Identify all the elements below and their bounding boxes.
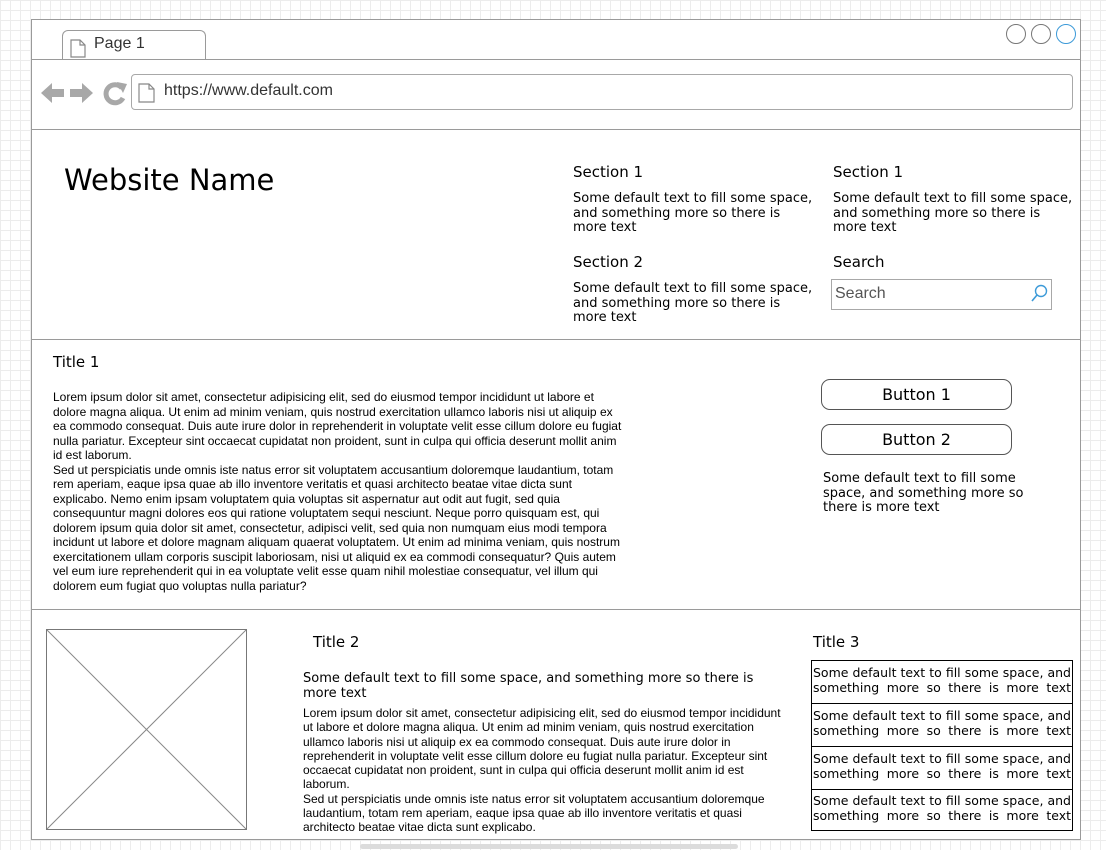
image-placeholder-icon [46, 629, 247, 830]
reload-icon[interactable] [103, 82, 127, 106]
paragraph: Lorem ipsum dolor sit amet, consectetur … [53, 390, 622, 462]
window-control-maximize[interactable] [1031, 24, 1051, 44]
paragraph: Sed ut perspiciatis unde omnis iste natu… [53, 462, 620, 593]
divider [812, 703, 1072, 704]
search-title: Search [833, 253, 885, 271]
side-text: Some default text to fill some space, an… [823, 471, 1024, 515]
image-placeholder [46, 629, 247, 830]
search-input[interactable] [835, 283, 1020, 305]
page-icon [138, 83, 155, 103]
url-text: https://www.default.com [164, 82, 333, 99]
list-item: Some default text to fill some space, an… [813, 708, 1071, 738]
search-icon[interactable] [1030, 284, 1048, 304]
back-arrow-icon[interactable] [41, 83, 64, 103]
button-2[interactable]: Button 2 [821, 424, 1012, 455]
title-2-body: Lorem ipsum dolor sit amet, consectetur … [303, 706, 783, 835]
window-control-close[interactable] [1056, 24, 1076, 44]
list-item: Some default text to fill some space, an… [813, 793, 1071, 823]
section-title: Section 2 [573, 253, 644, 271]
main-body: Lorem ipsum dolor sit amet, consectetur … [53, 390, 626, 593]
title-2-intro: Some default text to fill some space, an… [303, 671, 754, 701]
divider [32, 339, 1080, 340]
divider [32, 129, 1080, 130]
site-name: Website Name [64, 163, 275, 197]
nav-controls [40, 80, 130, 110]
browser-window: Page 1 https://www.default.com Website N… [31, 19, 1081, 840]
forward-arrow-icon[interactable] [70, 83, 93, 103]
section-title: Section 1 [833, 163, 904, 181]
search-box [831, 279, 1052, 310]
browser-tab[interactable]: Page 1 [62, 30, 206, 60]
divider [812, 789, 1072, 790]
section-text: Some default text to fill some space, an… [833, 191, 1073, 235]
section-text: Some default text to fill some space, an… [573, 281, 813, 325]
section-text: Some default text to fill some space, an… [573, 191, 813, 235]
main-title: Title 1 [53, 353, 100, 371]
page-icon [70, 39, 86, 58]
title-3-list: Some default text to fill some space, an… [811, 660, 1073, 831]
paragraph: Sed ut perspiciatis unde omnis iste natu… [303, 791, 765, 835]
title-3: Title 3 [813, 633, 860, 651]
tab-label: Page 1 [94, 35, 145, 52]
paragraph: Lorem ipsum dolor sit amet, consectetur … [303, 706, 781, 792]
section-title: Section 1 [573, 163, 644, 181]
window-control-minimize[interactable] [1006, 24, 1026, 44]
address-bar[interactable]: https://www.default.com [131, 74, 1073, 110]
divider [812, 746, 1072, 747]
list-item: Some default text to fill some space, an… [813, 751, 1071, 781]
divider [32, 59, 1080, 60]
button-1[interactable]: Button 1 [821, 379, 1012, 410]
title-2: Title 2 [313, 633, 360, 651]
divider [32, 609, 1080, 610]
list-item: Some default text to fill some space, an… [813, 665, 1071, 695]
horizontal-scrollbar[interactable] [360, 844, 738, 849]
